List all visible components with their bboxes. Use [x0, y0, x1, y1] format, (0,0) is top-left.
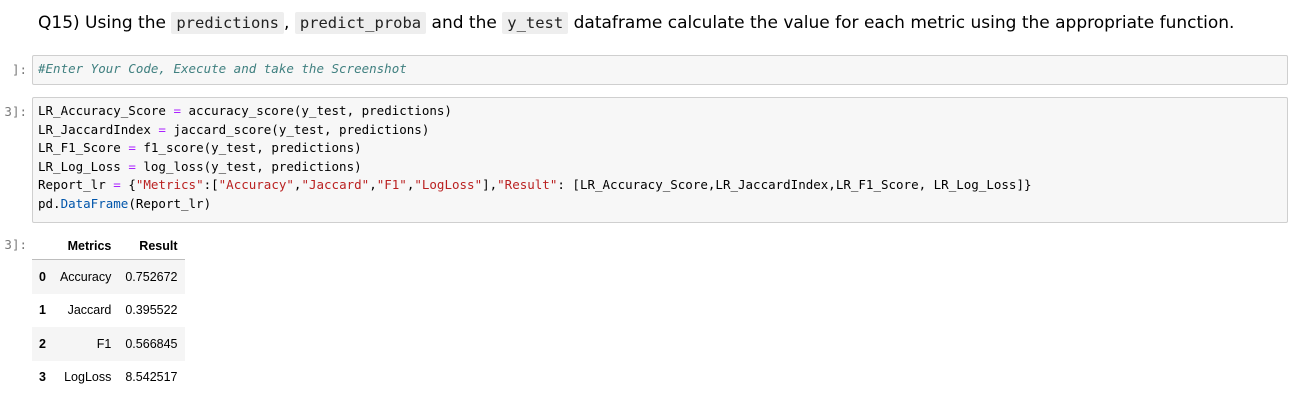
row-index: 1	[39, 303, 46, 318]
metrics-header: Metrics	[52, 232, 119, 260]
row-result: 0.566845	[125, 336, 178, 351]
row-index: 2	[39, 336, 46, 351]
code-predict-proba: predict_proba	[294, 12, 427, 34]
code-cell-1[interactable]: #Enter Your Code, Execute and take the S…	[32, 55, 1288, 85]
table-row: 1 Jaccard 0.395522	[32, 294, 185, 328]
question-sep: ,	[284, 13, 295, 33]
output-prompt: 3]:	[4, 237, 27, 252]
output-dataframe: Metrics Result 0 Accuracy 0.752672 1 Jac…	[32, 232, 185, 394]
table-header-row: Metrics Result	[32, 232, 185, 260]
row-metric: LogLoss	[64, 370, 112, 385]
code-predictions: predictions	[171, 12, 284, 34]
row-metric: Accuracy	[59, 269, 112, 284]
code-comment: #Enter Your Code, Execute and take the S…	[38, 61, 407, 76]
table-row: 2 F1 0.566845	[32, 327, 185, 361]
table-row: 0 Accuracy 0.752672	[32, 259, 185, 294]
code-cell-2[interactable]: LR_Accuracy_Score = accuracy_score(y_tes…	[32, 97, 1288, 223]
cell2-prompt: 3]:	[4, 104, 27, 119]
code-y-test: y_test	[502, 12, 569, 34]
index-header	[32, 232, 53, 260]
row-metric: F1	[96, 336, 112, 351]
row-result: 0.395522	[125, 303, 178, 318]
code-line-3: LR_F1_Score = f1_score(y_test, predictio…	[38, 140, 362, 156]
code-line-1: LR_Accuracy_Score = accuracy_score(y_tes…	[38, 103, 452, 118]
code-line-2: LR_JaccardIndex = jaccard_score(y_test, …	[38, 121, 430, 137]
row-index: 3	[39, 370, 46, 385]
row-metric: Jaccard	[67, 303, 112, 318]
code-line-5: Report_lr = {"Metrics":["Accuracy","Jacc…	[38, 177, 1032, 193]
question-suffix: dataframe calculate the value for each m…	[568, 13, 1235, 33]
code-line-4: LR_Log_Loss = log_loss(y_test, predictio…	[38, 158, 362, 174]
table-row: 3 LogLoss 8.542517	[32, 361, 185, 395]
row-result: 0.752672	[125, 269, 178, 284]
row-index: 0	[39, 269, 46, 284]
question-text: Q15) Using the predictions, predict_prob…	[38, 9, 1288, 37]
result-header: Result	[118, 232, 185, 260]
code-line-6: pd.DataFrame(Report_lr)	[38, 195, 212, 211]
row-result: 8.542517	[125, 370, 178, 385]
question-prefix: Q15) Using the	[38, 13, 172, 33]
cell1-prompt: ]:	[11, 62, 27, 77]
question-mid: and the	[426, 13, 503, 33]
